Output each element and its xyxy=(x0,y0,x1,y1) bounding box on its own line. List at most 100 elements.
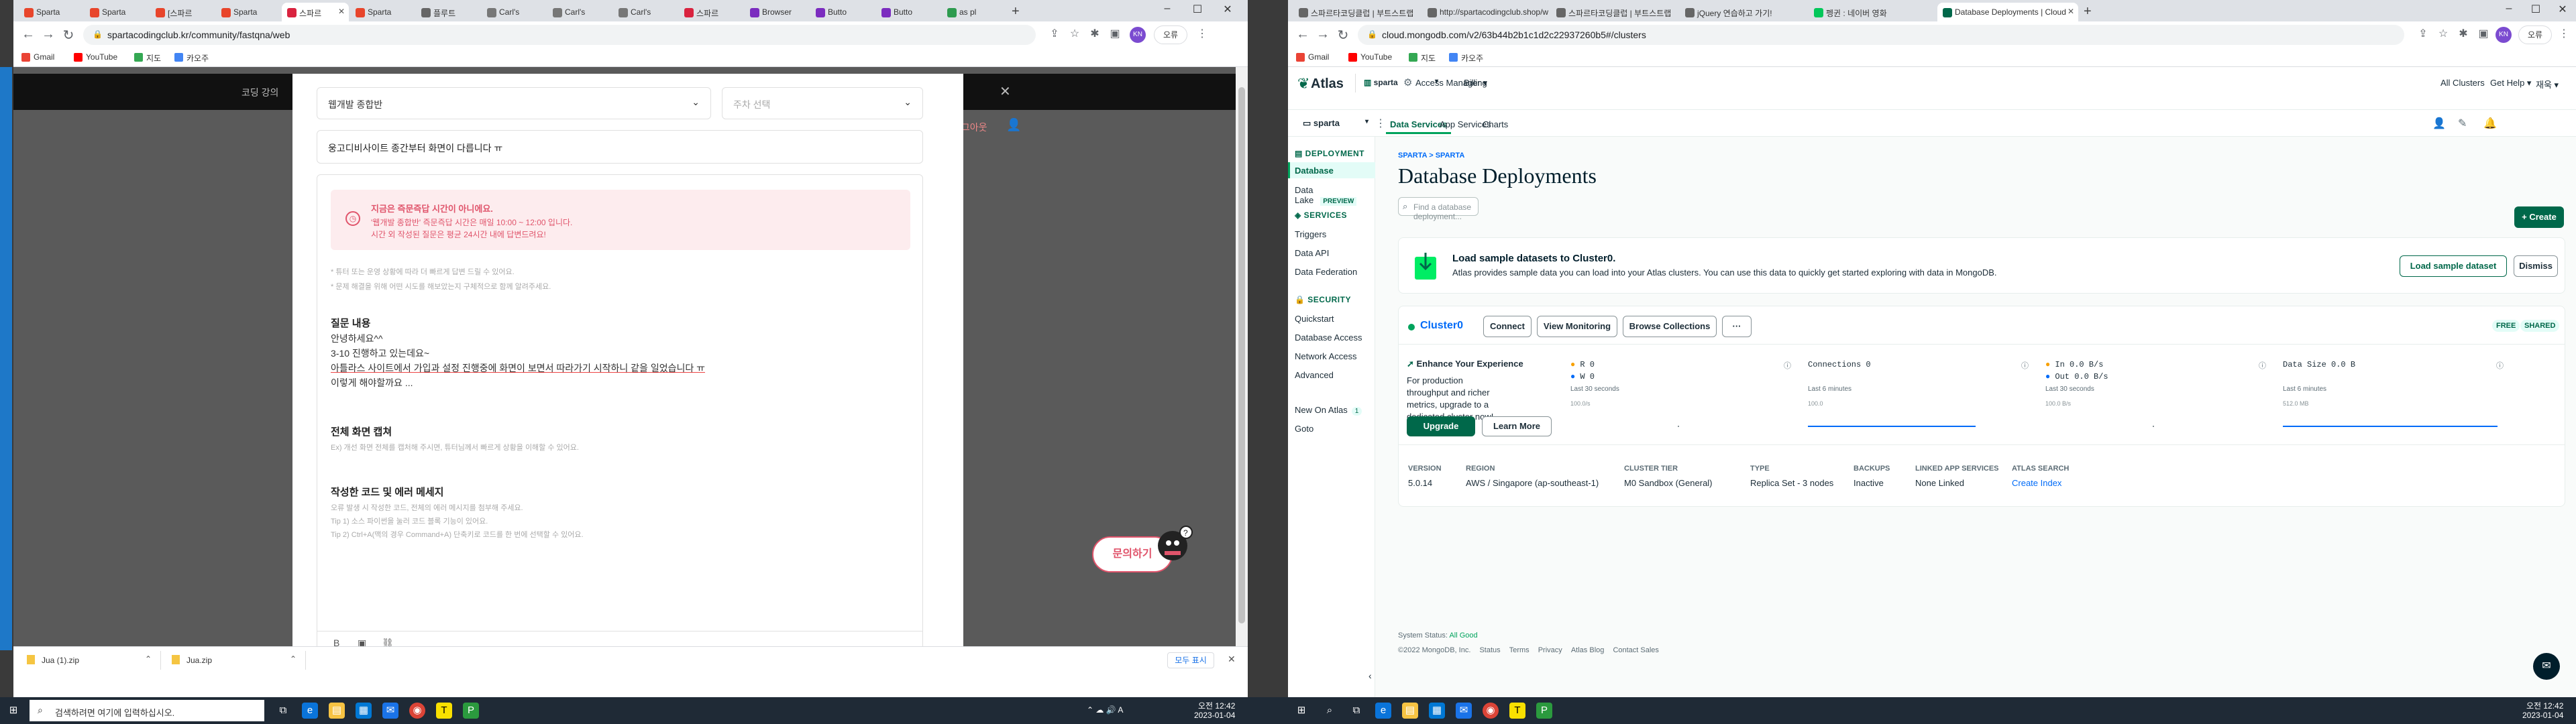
footer-link[interactable]: Atlas Blog xyxy=(1571,646,1605,654)
upgrade-button[interactable]: Upgrade xyxy=(1407,416,1475,436)
tab[interactable]: Sparta xyxy=(216,3,280,21)
all-clusters-link[interactable]: All Clusters xyxy=(2440,78,2485,88)
menu-icon[interactable]: ⋮ xyxy=(2556,27,2572,40)
sidebar-item-database-access[interactable]: Database Access xyxy=(1295,333,1362,343)
avatar[interactable]: KN xyxy=(1130,27,1146,43)
mail-icon[interactable]: ✉ xyxy=(382,703,398,719)
sidebar-item-quickstart[interactable]: Quickstart xyxy=(1295,314,1334,324)
clock[interactable]: 오전 12:42 2023-01-04 xyxy=(1194,701,1235,720)
extension-icon[interactable]: ✱ xyxy=(2455,27,2471,40)
load-sample-button[interactable]: Load sample dataset xyxy=(2400,255,2507,277)
chrome-icon[interactable]: ◉ xyxy=(1483,703,1499,719)
bookmark-item[interactable]: 지도 xyxy=(134,52,161,64)
connect-button[interactable]: Connect xyxy=(1483,316,1532,337)
info-icon[interactable]: ⓘ xyxy=(1784,360,1791,371)
footer-link[interactable]: Privacy xyxy=(1538,646,1562,654)
tab[interactable]: Browser xyxy=(745,3,809,21)
bookmark-item[interactable]: Gmail xyxy=(21,52,54,62)
kebab-icon[interactable]: ⋮ xyxy=(1375,117,1386,130)
reload-icon[interactable]: ↻ xyxy=(1334,27,1352,44)
user-icon[interactable]: 👤 xyxy=(1006,118,1021,132)
back-icon[interactable]: ← xyxy=(1293,27,1312,42)
tab[interactable]: Sparta xyxy=(350,3,415,21)
sidebar-item-triggers[interactable]: Triggers xyxy=(1295,229,1326,239)
info-icon[interactable]: ⓘ xyxy=(2021,360,2029,371)
new-tab-button[interactable]: + xyxy=(2084,4,2092,19)
tab[interactable]: [스파르 xyxy=(150,3,215,21)
tab[interactable]: Carl's xyxy=(547,3,612,21)
sidebar-item-database[interactable]: Database xyxy=(1288,162,1375,178)
windows-start-icon[interactable]: ⊞ xyxy=(1293,703,1309,719)
scrollbar-thumb[interactable] xyxy=(1238,87,1245,623)
chevron-up-icon[interactable]: ⌃ xyxy=(290,654,297,664)
chat-support-icon[interactable]: ✉ xyxy=(2533,653,2560,680)
bookmark-item[interactable]: 카오주 xyxy=(174,52,209,64)
tab[interactable]: 스파르타코딩클럽 | 부트스트랩 xyxy=(1551,3,1678,21)
download-item[interactable]: Jua.zip ⌃ xyxy=(165,651,306,670)
back-icon[interactable]: ← xyxy=(19,27,38,42)
gear-icon[interactable]: ⚙ xyxy=(1403,76,1412,88)
download-item[interactable]: Jua (1).zip ⌃ xyxy=(20,651,161,670)
create-index-link[interactable]: Create Index xyxy=(2012,478,2061,488)
footer-link[interactable]: Terms xyxy=(1509,646,1529,654)
address-bar[interactable]: 🔒 cloud.mongodb.com/v2/63b44b2b1c1d2c2293… xyxy=(1358,25,2404,45)
tab[interactable]: Sparta xyxy=(19,3,83,21)
tab[interactable]: http://spartacodingclub.shop/w xyxy=(1422,3,1550,21)
view-monitoring-button[interactable]: View Monitoring xyxy=(1537,316,1617,337)
task-view-icon[interactable]: ⧉ xyxy=(275,703,291,719)
footer-link[interactable]: Status xyxy=(1479,646,1500,654)
category-select[interactable]: 웹개발 종합반 ⌄ xyxy=(317,87,711,119)
pycharm-icon[interactable]: P xyxy=(463,703,479,719)
explorer-icon[interactable]: ▤ xyxy=(1402,703,1418,719)
clock[interactable]: 오전 12:42 2023-01-04 xyxy=(2522,701,2563,720)
metric-connections[interactable]: Connections 0 ⓘ Last 6 minutes 100.0 xyxy=(1808,360,2029,434)
learn-more-button[interactable]: Learn More xyxy=(1482,416,1552,436)
browse-collections-button[interactable]: Browse Collections xyxy=(1623,316,1717,337)
project-selector[interactable]: ▭ sparta ▾ xyxy=(1297,110,1371,137)
tab[interactable]: Butto xyxy=(876,3,941,21)
close-window-icon[interactable]: ✕ xyxy=(2549,3,2576,16)
more-options-button[interactable]: ··· xyxy=(1722,316,1752,337)
sidebar-item-new-on-atlas[interactable]: New On Atlas 1 xyxy=(1295,405,1362,416)
sidepanel-icon[interactable]: ▣ xyxy=(1107,27,1123,40)
close-icon[interactable]: ✕ xyxy=(338,7,345,16)
close-icon[interactable]: ✕ xyxy=(1228,654,1236,665)
store-icon[interactable]: ▦ xyxy=(1429,703,1445,719)
bell-icon[interactable]: 🔔 xyxy=(2483,117,2497,130)
share-icon[interactable]: ⇪ xyxy=(1046,27,1063,40)
close-icon[interactable]: ✕ xyxy=(2068,7,2074,16)
scrollbar[interactable] xyxy=(1236,67,1248,650)
bookmark-item[interactable]: 지도 xyxy=(1409,52,1436,64)
sidebar-item-advanced[interactable]: Advanced xyxy=(1295,370,1334,380)
user-menu[interactable]: 재욱 ▾ xyxy=(2536,78,2559,90)
close-window-icon[interactable]: ✕ xyxy=(1214,3,1241,16)
minimize-icon[interactable]: – xyxy=(2496,3,2522,15)
edge-icon[interactable]: e xyxy=(302,703,318,719)
tab[interactable]: 펭귄 : 네이버 영화 xyxy=(1809,3,1936,21)
tab-charts[interactable]: Charts xyxy=(1483,119,1508,129)
cluster-name-link[interactable]: Cluster0 xyxy=(1420,320,1463,332)
avatar[interactable]: KN xyxy=(2496,27,2512,43)
metric-operations[interactable]: ● R 0 ● W 0 ⓘ Last 30 seconds 100.0/s xyxy=(1570,360,1792,434)
tab[interactable]: Butto xyxy=(810,3,875,21)
update-button[interactable]: 오류 xyxy=(1154,25,1187,44)
windows-start-icon[interactable]: ⊞ xyxy=(5,703,21,719)
info-icon[interactable]: ⓘ xyxy=(2496,360,2504,371)
atlas-logo[interactable]: Atlas xyxy=(1311,76,1344,92)
maximize-icon[interactable]: ☐ xyxy=(2522,3,2549,16)
forward-icon[interactable]: → xyxy=(1313,27,1332,42)
week-select[interactable]: 주차 선택 ⌄ xyxy=(722,87,923,119)
get-help-menu[interactable]: Get Help ▾ xyxy=(2490,78,2531,88)
info-icon[interactable]: ⓘ xyxy=(2259,360,2266,371)
tab[interactable]: as pl xyxy=(942,3,1006,21)
maximize-icon[interactable]: ☐ xyxy=(1184,3,1211,16)
update-button[interactable]: 오류 xyxy=(2518,25,2552,44)
chevron-up-icon[interactable]: ⌃ xyxy=(145,654,152,664)
bookmark-star-icon[interactable]: ☆ xyxy=(2435,27,2451,40)
bookmark-item[interactable]: 카오주 xyxy=(1449,52,1483,64)
bookmark-item[interactable]: YouTube xyxy=(74,52,117,62)
task-view-icon[interactable]: ⧉ xyxy=(1348,703,1364,719)
sidebar-item-goto[interactable]: Goto xyxy=(1295,424,1313,434)
tab[interactable]: 스파르 xyxy=(679,3,743,21)
activity-icon[interactable]: ✎ xyxy=(2458,117,2467,130)
